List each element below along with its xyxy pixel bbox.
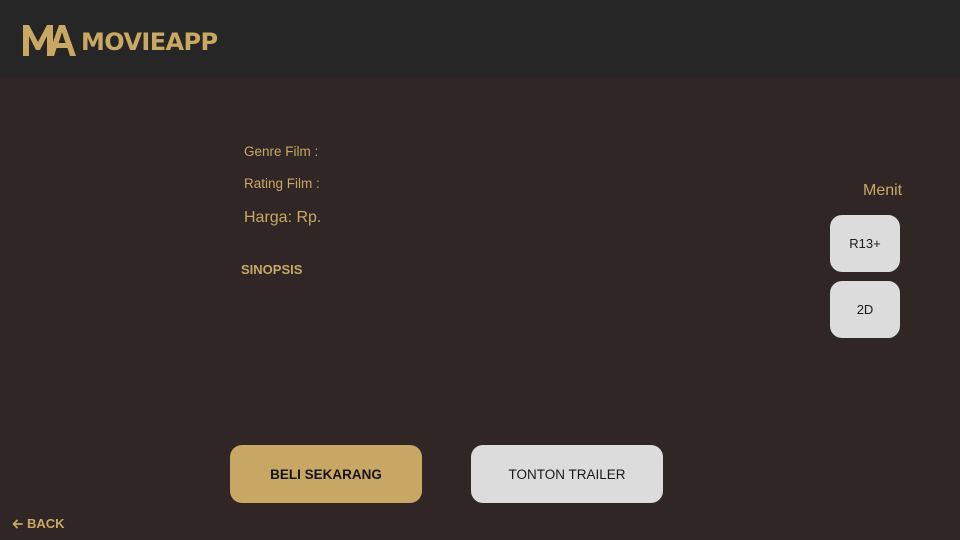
rating-label: Rating Film :	[244, 176, 320, 191]
back-label: BACK	[27, 516, 65, 531]
watch-trailer-button[interactable]: TONTON TRAILER	[471, 445, 663, 503]
format-badge: 2D	[830, 281, 900, 338]
synopsis-heading: SINOPSIS	[241, 262, 303, 277]
arrow-left-icon	[12, 519, 23, 529]
price-label: Harga: Rp.	[244, 209, 322, 226]
duration-label: Menit	[863, 182, 903, 199]
brand-name: MOVIEAPP	[81, 28, 218, 56]
movie-detail-page: MOVIEAPP Genre Film : Rating Film : Harg…	[0, 0, 960, 540]
age-rating-badge: R13+	[830, 215, 900, 272]
ma-logo-icon	[23, 25, 76, 56]
top-bar: MOVIEAPP	[0, 0, 960, 78]
buy-now-button[interactable]: BELI SEKARANG	[230, 445, 422, 503]
genre-label: Genre Film :	[244, 144, 319, 159]
back-button[interactable]: BACK	[12, 516, 65, 532]
